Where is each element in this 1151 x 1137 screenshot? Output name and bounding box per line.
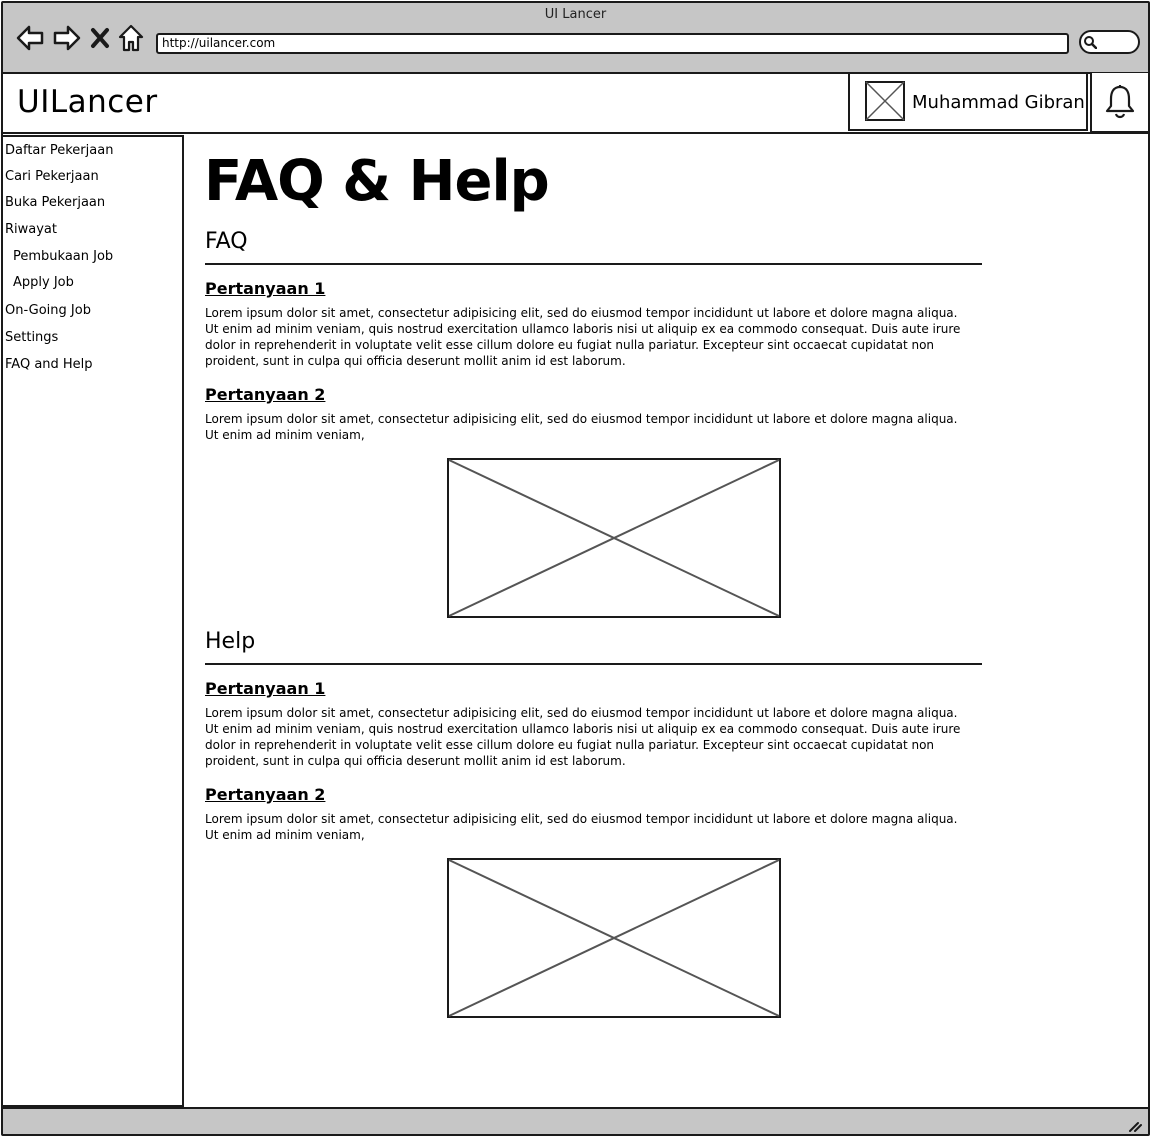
faq-question[interactable]: Pertanyaan 2 xyxy=(205,385,325,404)
sidebar-item-daftar-pekerjaan[interactable]: Daftar Pekerjaan xyxy=(5,143,113,158)
faq-answer: Lorem ipsum dolor sit amet, consectetur … xyxy=(205,306,961,368)
sidebar-item-cari-pekerjaan[interactable]: Cari Pekerjaan xyxy=(5,169,99,184)
browser-statusbar xyxy=(3,1107,1148,1134)
window-title: UI Lancer xyxy=(544,7,607,22)
main-content: FAQ & Help FAQ Pertanyaan 1 Lorem ipsum … xyxy=(186,135,1148,1107)
sidebar-item-pembukaan-job[interactable]: Pembukaan Job xyxy=(13,249,113,264)
sidebar-item-on-going-job[interactable]: On-Going Job xyxy=(5,303,91,318)
notification-button[interactable] xyxy=(1090,73,1148,133)
help-question[interactable]: Pertanyaan 2 xyxy=(205,785,325,804)
image-placeholder xyxy=(447,458,781,618)
section-divider xyxy=(205,263,982,265)
sidebar-item-faq-and-help[interactable]: FAQ and Help xyxy=(5,357,93,372)
resize-grip-icon[interactable] xyxy=(1128,1120,1142,1132)
close-icon[interactable] xyxy=(89,23,111,53)
section-title-faq: FAQ xyxy=(205,229,248,254)
page-title: FAQ & Help xyxy=(204,149,550,214)
sidebar-item-apply-job[interactable]: Apply Job xyxy=(13,275,74,290)
faq-question[interactable]: Pertanyaan 1 xyxy=(205,279,325,298)
faq-answer: Lorem ipsum dolor sit amet, consectetur … xyxy=(205,412,958,442)
image-placeholder xyxy=(447,858,781,1018)
search-icon xyxy=(1084,36,1097,49)
app-logo[interactable]: UILancer xyxy=(17,84,158,120)
user-profile[interactable]: Muhammad Gibran xyxy=(848,73,1088,131)
sidebar-item-buka-pekerjaan[interactable]: Buka Pekerjaan xyxy=(5,195,105,210)
image-placeholder-icon xyxy=(865,81,905,121)
sidebar-item-riwayat[interactable]: Riwayat xyxy=(5,222,57,237)
forward-arrow-icon[interactable] xyxy=(52,23,82,53)
bell-icon xyxy=(1105,85,1135,119)
help-question[interactable]: Pertanyaan 1 xyxy=(205,679,325,698)
address-bar[interactable]: http://uilancer.com xyxy=(156,33,1069,54)
sidebar-item-settings[interactable]: Settings xyxy=(5,330,58,345)
help-answer: Lorem ipsum dolor sit amet, consectetur … xyxy=(205,706,961,768)
sidebar-nav: Daftar Pekerjaan Cari Pekerjaan Buka Pek… xyxy=(3,135,184,1107)
help-answer: Lorem ipsum dolor sit amet, consectetur … xyxy=(205,812,958,842)
browser-titlebar: UI Lancer http://uilancer.com xyxy=(3,3,1148,74)
home-icon[interactable] xyxy=(117,23,145,53)
user-name: Muhammad Gibran xyxy=(912,92,1085,113)
section-title-help: Help xyxy=(205,629,256,654)
app-header: UILancer Muhammad Gibran xyxy=(3,73,1148,134)
back-arrow-icon[interactable] xyxy=(15,23,45,53)
browser-search-box[interactable] xyxy=(1079,30,1140,54)
browser-window: UI Lancer http://uilancer.com UILancer M… xyxy=(1,1,1150,1136)
section-divider xyxy=(205,663,982,665)
